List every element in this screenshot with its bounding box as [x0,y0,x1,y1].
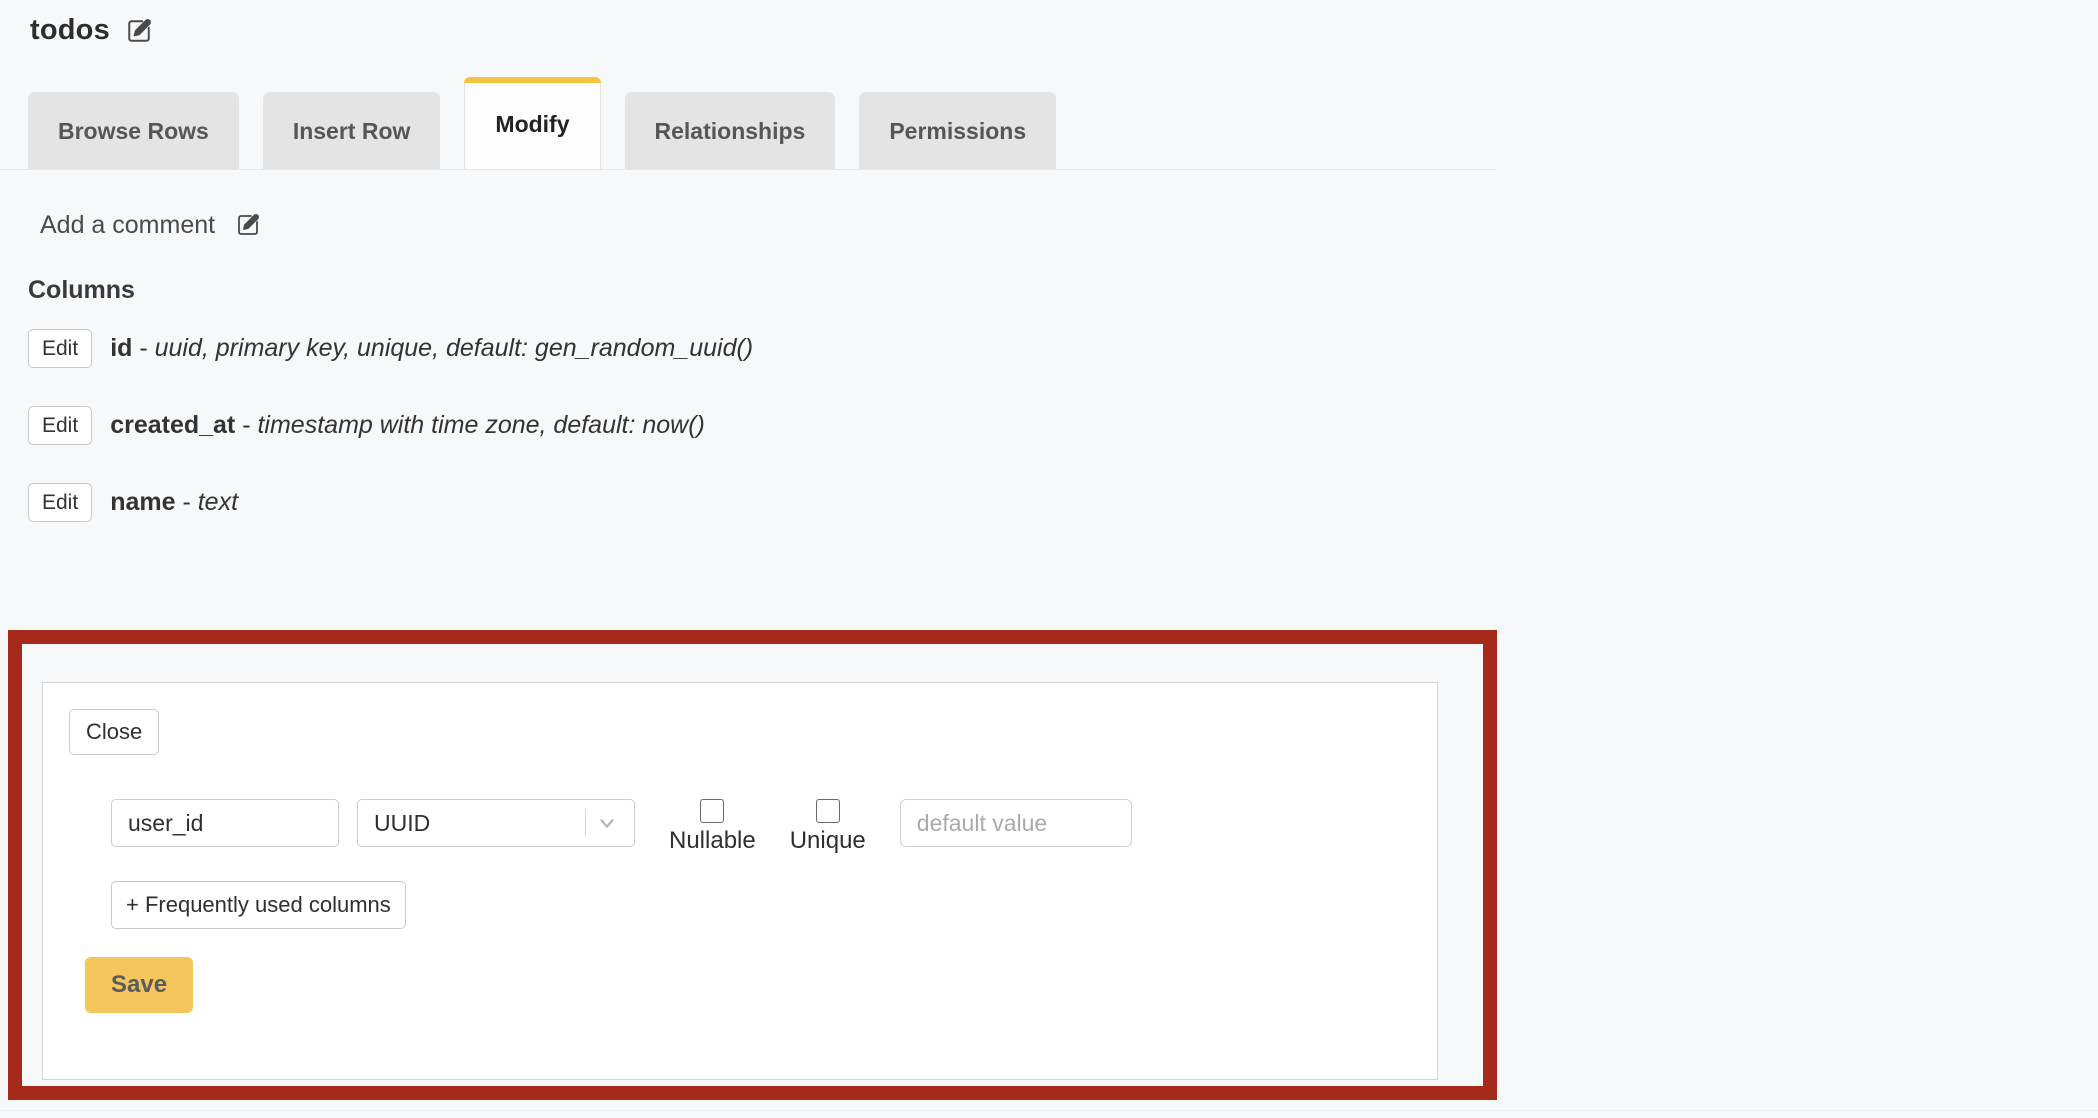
column-separator: - [175,488,198,517]
tab-browse-rows[interactable]: Browse Rows [28,92,239,170]
new-column-panel: Close UUID Nullable Unique + Fr [42,682,1438,1080]
column-name: created_at [110,411,236,440]
column-separator: - [235,411,258,440]
column-name: name [110,488,176,517]
column-description: name - text [110,488,238,517]
column-name: id [110,334,133,363]
column-type-selected-value: UUID [374,809,431,836]
unique-checkbox[interactable] [815,799,840,823]
tab-insert-row[interactable]: Insert Row [262,92,441,170]
column-type: timestamp with time zone, default: now() [257,411,705,440]
tab-label: Relationships [654,117,806,144]
new-column-panel-highlight: Close UUID Nullable Unique + Fr [8,630,1497,1100]
column-type: text [197,488,239,517]
page-title: todos [30,14,110,46]
save-button-wrap: Save [43,929,1437,1013]
nullable-label: Nullable [669,827,756,854]
edit-pencil-icon[interactable] [124,16,154,46]
frequently-used-wrap: + Frequently used columns [43,855,1437,929]
add-comment-label: Add a comment [40,210,216,239]
page-bottom-divider [0,1110,2098,1111]
tab-label: Insert Row [292,117,411,144]
frequently-used-columns-button[interactable]: + Frequently used columns [111,881,406,929]
column-name-input[interactable] [111,799,339,847]
nullable-checkbox-group[interactable]: Nullable [669,799,756,855]
close-button-wrap: Close [43,683,1437,755]
tab-modify[interactable]: Modify [464,77,601,170]
unique-checkbox-group[interactable]: Unique [790,799,866,855]
close-button[interactable]: Close [69,709,160,755]
edit-column-button[interactable]: Edit [28,406,93,446]
edit-column-button[interactable]: Edit [28,483,93,523]
column-description: id - uuid, primary key, unique, default:… [110,334,753,363]
default-value-input[interactable] [899,799,1132,847]
tab-label: Modify [495,110,570,137]
chevron-down-icon[interactable] [592,800,622,846]
comment-edit-pencil-icon[interactable] [233,210,263,240]
tab-relationships[interactable]: Relationships [624,92,836,170]
select-separator [585,809,586,837]
tab-permissions[interactable]: Permissions [859,92,1057,170]
column-type-select[interactable]: UUID [357,799,635,847]
column-type: uuid, primary key, unique, default: gen_… [154,334,754,363]
column-description: created_at - timestamp with time zone, d… [110,411,705,440]
new-column-form-row: UUID Nullable Unique [43,755,1437,855]
nullable-checkbox[interactable] [700,799,725,823]
unique-label: Unique [789,827,866,854]
tab-label: Permissions [889,117,1027,144]
right-gutter [1497,0,2098,1118]
save-button[interactable]: Save [85,957,194,1013]
edit-column-button[interactable]: Edit [28,329,93,369]
column-separator: - [132,334,155,363]
tab-label: Browse Rows [58,117,209,144]
